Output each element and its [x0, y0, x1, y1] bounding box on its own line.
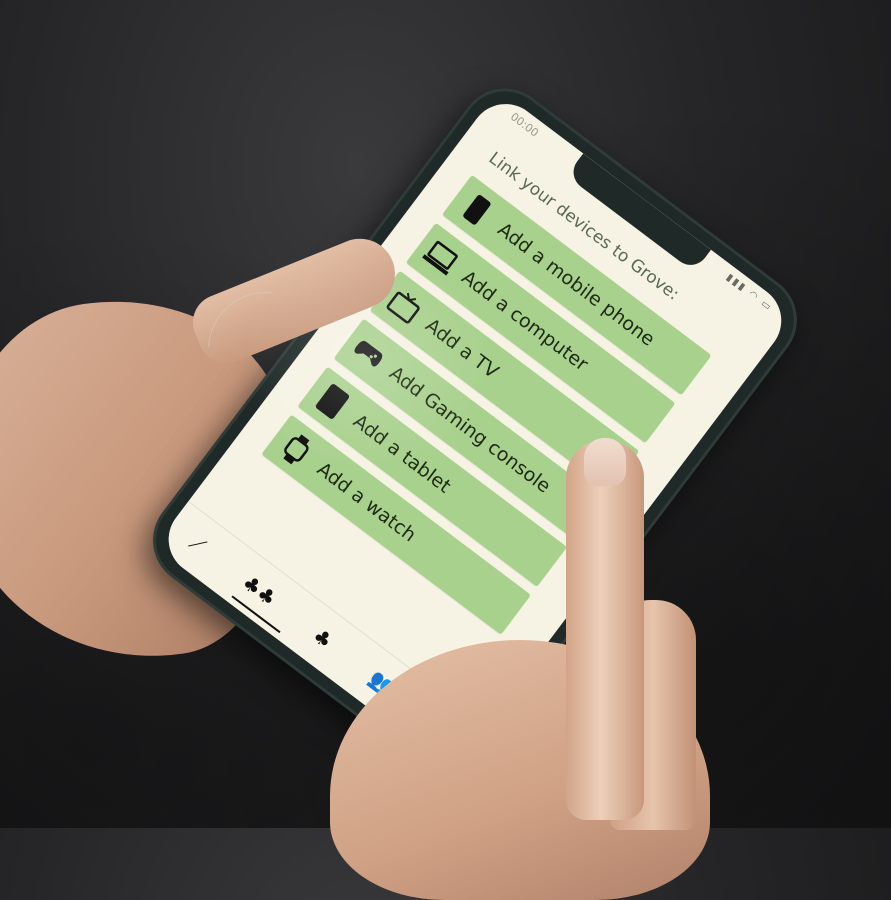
laptop-icon: [417, 234, 465, 282]
nav-forest[interactable]: ♣♣: [237, 570, 281, 611]
phone-notch: [566, 153, 712, 273]
mobile-phone-icon: [453, 186, 501, 234]
nav-stats[interactable]: ⟋: [184, 530, 211, 558]
watch-icon: [273, 426, 321, 474]
gamepad-icon: [345, 330, 393, 378]
right-index-finger: [566, 440, 644, 820]
fingernail: [584, 438, 626, 486]
nav-tree[interactable]: ♣: [308, 623, 338, 654]
status-time: 00:00: [507, 110, 542, 140]
forest-icon: ♣♣: [237, 570, 281, 611]
stats-icon: ⟋: [184, 530, 211, 558]
status-icons: ▮▮▮ ◠ ▭: [723, 271, 775, 314]
tree-icon: ♣: [308, 623, 338, 654]
